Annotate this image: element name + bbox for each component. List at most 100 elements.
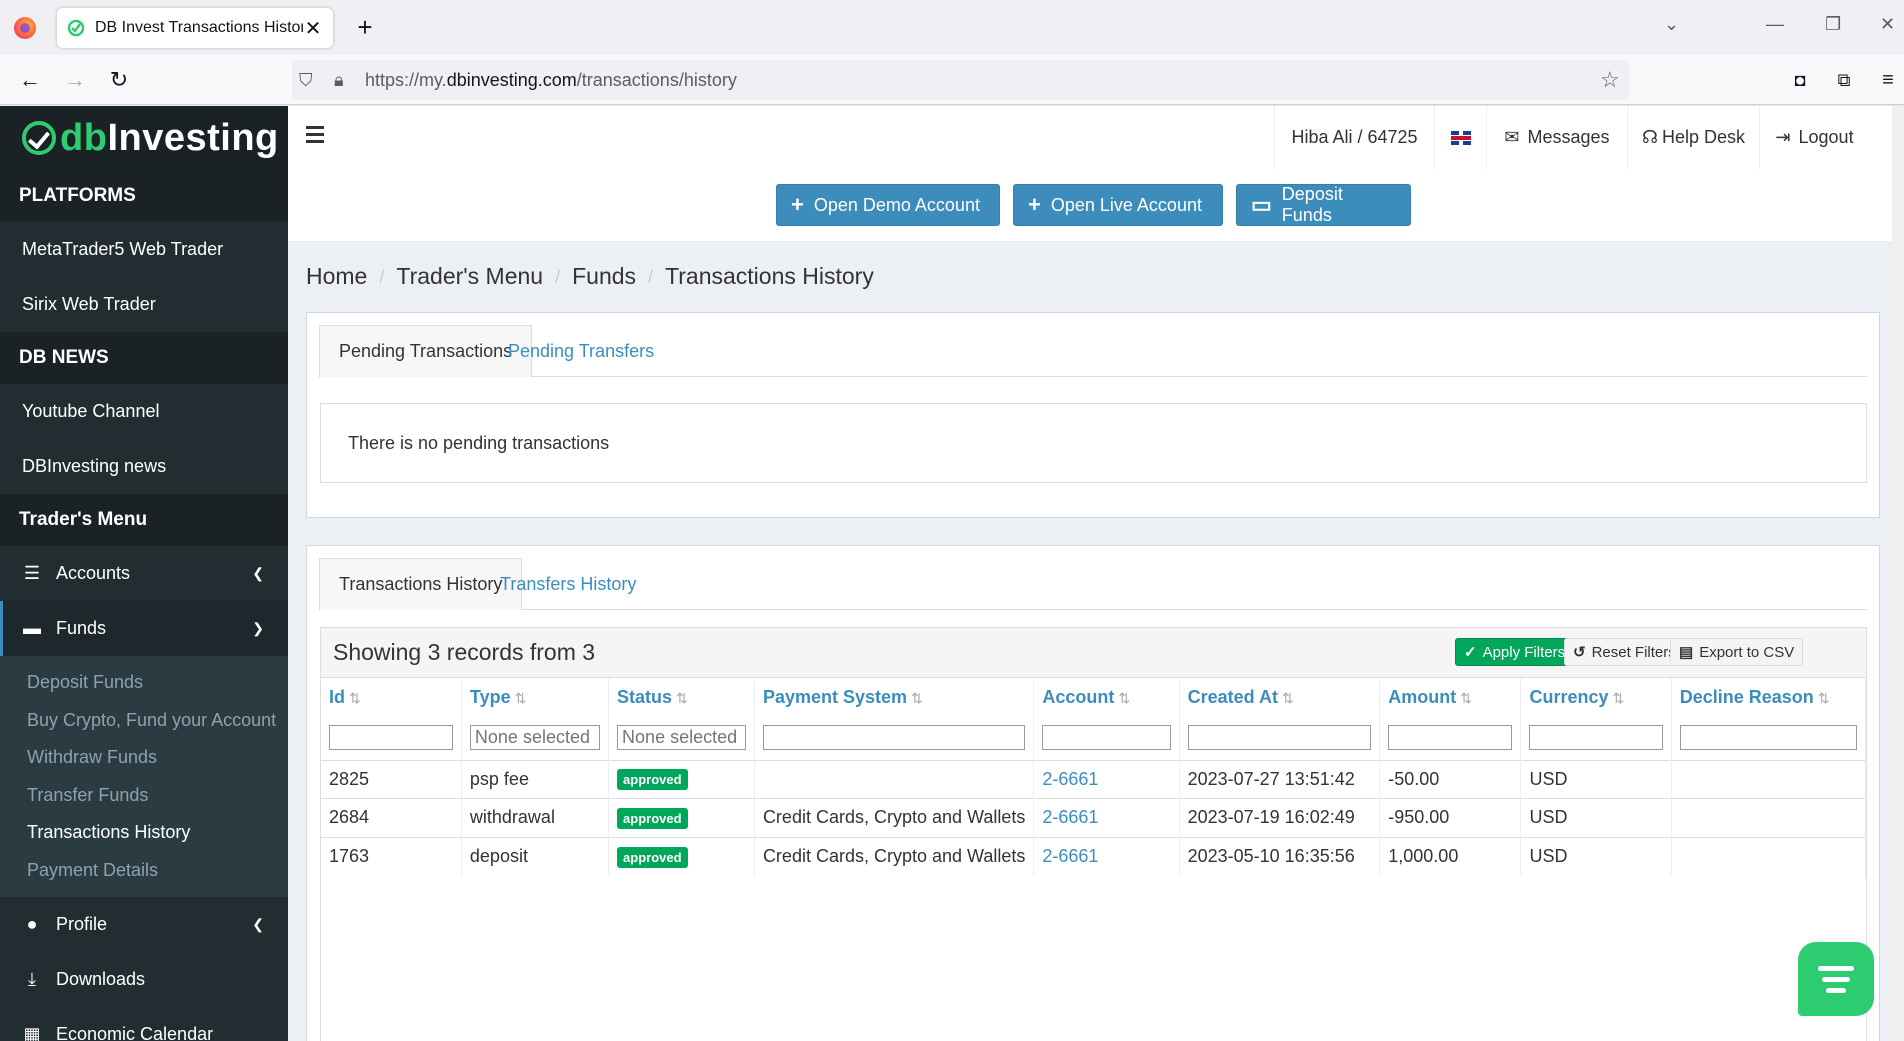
lock-icon[interactable]: 🔒︎: [334, 70, 344, 91]
close-tab-icon[interactable]: ✕: [303, 16, 323, 41]
pocket-icon[interactable]: ◘: [1785, 65, 1815, 95]
plus-icon: +: [1028, 192, 1041, 217]
deposit-funds-button[interactable]: ▭ Deposit Funds: [1236, 184, 1411, 226]
wallet-icon: ▬: [23, 618, 41, 638]
sidebar-item-profile[interactable]: ● Profile ❮: [0, 897, 288, 952]
sidebar-subitem-transfer[interactable]: Transfer Funds: [0, 777, 288, 815]
filter-row: [321, 716, 1867, 760]
col-payment-system[interactable]: Payment System ⇅: [754, 678, 1035, 716]
reload-icon[interactable]: ↻: [104, 65, 134, 95]
col-type[interactable]: Type ⇅: [461, 678, 610, 716]
new-tab-button[interactable]: +: [350, 12, 380, 43]
col-status[interactable]: Status ⇅: [608, 678, 755, 716]
platforms-header: PLATFORMS: [0, 170, 288, 222]
filter-currency-input[interactable]: [1529, 725, 1663, 751]
undo-icon: ↺: [1573, 644, 1586, 661]
menu-icon[interactable]: ≡: [1873, 65, 1903, 95]
account-link[interactable]: 2-6661: [1033, 836, 1180, 876]
bookmark-star-icon[interactable]: ☆: [1600, 67, 1620, 93]
url-bar[interactable]: ⛉ 🔒︎ https://my.dbinvesting.com/transact…: [292, 60, 1630, 100]
breadcrumb-traders-menu[interactable]: Trader's Menu: [396, 263, 543, 291]
open-demo-button[interactable]: + Open Demo Account: [776, 184, 1000, 226]
sidebar-item-youtube[interactable]: Youtube Channel: [0, 384, 288, 439]
col-decline-reason[interactable]: Decline Reason ⇅: [1671, 678, 1867, 716]
apply-filters-button[interactable]: ✓ Apply Filters: [1455, 638, 1575, 666]
filter-created-input[interactable]: [1187, 725, 1372, 751]
pending-box: Pending Transactions Pending Transfers T…: [306, 312, 1880, 518]
main-content: + Open Demo Account + Open Live Account ▭ D…: [288, 169, 1904, 1041]
col-id[interactable]: Id ⇅: [321, 678, 462, 716]
account-link[interactable]: 2-6661: [1033, 759, 1180, 799]
sidebar-subitem-deposit[interactable]: Deposit Funds: [0, 664, 288, 702]
tab-pending-transfers[interactable]: Pending Transfers: [489, 325, 673, 378]
sidebar-item-mt5[interactable]: MetaTrader5 Web Trader: [0, 222, 288, 277]
status-badge: approved: [617, 807, 688, 829]
filter-decline-input[interactable]: [1679, 725, 1857, 751]
sidebar-subitem-transactions-history[interactable]: Transactions History: [0, 814, 288, 852]
list-tabs-icon[interactable]: ⌄: [1664, 14, 1679, 35]
uk-flag-icon: [1450, 130, 1471, 145]
reset-filters-button[interactable]: ↺ Reset Filters: [1564, 638, 1685, 666]
browser-tabbar: DB Invest Transactions History ✕ + ⌄ — ❐…: [0, 0, 1904, 55]
sidebar-subitem-buy-crypto[interactable]: Buy Crypto, Fund your Account: [0, 702, 288, 740]
download-icon: ⤓: [28, 969, 36, 989]
breadcrumb: Home / Trader's Menu / Funds / Transactions…: [306, 263, 874, 291]
col-amount[interactable]: Amount ⇅: [1379, 678, 1522, 716]
status-badge: approved: [617, 769, 688, 791]
sidebar-item-calendar[interactable]: ▦ Economic Calendar: [0, 1007, 288, 1041]
chat-widget-button[interactable]: [1798, 942, 1874, 1016]
sort-icon: ⇅: [676, 689, 688, 706]
filter-account-input[interactable]: [1042, 725, 1171, 751]
url-text[interactable]: https://my.dbinvesting.com/transactions/…: [365, 70, 737, 91]
helpdesk-button[interactable]: ☊ Help Desk: [1627, 106, 1759, 169]
browser-tab[interactable]: DB Invest Transactions History ✕: [57, 8, 333, 48]
filter-status-select[interactable]: [617, 725, 746, 751]
account-link[interactable]: 2-6661: [1033, 798, 1180, 837]
messages-button[interactable]: ✉ Messages: [1486, 106, 1627, 169]
logout-button[interactable]: ⇥ Logout: [1759, 106, 1869, 169]
extensions-icon[interactable]: ⧉: [1829, 65, 1859, 95]
export-csv-button[interactable]: ▤ Export to CSV: [1670, 638, 1804, 666]
close-window-button[interactable]: ✕: [1880, 14, 1895, 35]
hamburger-icon[interactable]: [306, 126, 324, 147]
sort-icon: ⇅: [1817, 689, 1830, 706]
filter-amount-input[interactable]: [1388, 725, 1513, 751]
credit-card-icon: ▭: [1251, 192, 1272, 217]
sort-icon: ⇅: [514, 689, 527, 706]
shield-icon[interactable]: ⛉: [299, 70, 313, 91]
sidebar-item-funds[interactable]: ▬ Funds ❯: [0, 601, 288, 656]
history-box: Transactions History Transfers History S…: [306, 545, 1880, 1041]
list-icon: ☰: [23, 563, 41, 583]
restore-button[interactable]: ❐: [1825, 14, 1841, 35]
sidebar-subitem-withdraw[interactable]: Withdraw Funds: [0, 739, 288, 777]
sidebar-item-sirix[interactable]: Sirix Web Trader: [0, 277, 288, 332]
filter-payment-input[interactable]: [762, 725, 1026, 751]
col-account[interactable]: Account ⇅: [1033, 678, 1180, 716]
breadcrumb-funds[interactable]: Funds: [572, 263, 636, 291]
panel-header: Showing 3 records from 3 ✓ Apply Filters …: [321, 628, 1866, 678]
col-created-at[interactable]: Created At ⇅: [1179, 678, 1381, 716]
table-row: 2825 psp fee approved 2-6661 2023-07-27 …: [321, 759, 1867, 799]
sidebar-item-downloads[interactable]: ⤓ Downloads: [0, 952, 288, 1007]
col-currency[interactable]: Currency ⇅: [1520, 678, 1672, 716]
breadcrumb-home[interactable]: Home: [306, 263, 367, 291]
minimize-button[interactable]: —: [1766, 14, 1784, 35]
page-scrollbar[interactable]: [1892, 106, 1904, 1041]
sidebar-item-news[interactable]: DBInvesting news: [0, 439, 288, 494]
language-flag[interactable]: [1434, 106, 1486, 169]
forward-icon[interactable]: →: [60, 65, 90, 95]
news-header: DB NEWS: [0, 332, 288, 384]
sidebar-subitem-payment-details[interactable]: Payment Details: [0, 852, 288, 890]
status-badge: approved: [617, 846, 688, 868]
filter-id-input[interactable]: [329, 725, 453, 751]
logo[interactable]: dbInvesting: [0, 106, 288, 170]
sidebar: dbInvesting PLATFORMS MetaTrader5 Web Tr…: [0, 106, 288, 1041]
transactions-table: Id ⇅ Type ⇅ Status ⇅ Payment System ⇅ Accoun…: [321, 678, 1867, 876]
pending-empty-message: There is no pending transactions: [320, 403, 1867, 483]
sidebar-item-accounts[interactable]: ☰ Accounts ❮: [0, 546, 288, 601]
back-icon[interactable]: ←: [15, 65, 45, 95]
open-live-button[interactable]: + Open Live Account: [1013, 184, 1223, 226]
table-row: 2684 withdrawal approved Credit Cards, C…: [321, 798, 1867, 837]
filter-type-select[interactable]: [469, 725, 601, 751]
tab-transfers-history[interactable]: Transfers History: [481, 558, 655, 611]
